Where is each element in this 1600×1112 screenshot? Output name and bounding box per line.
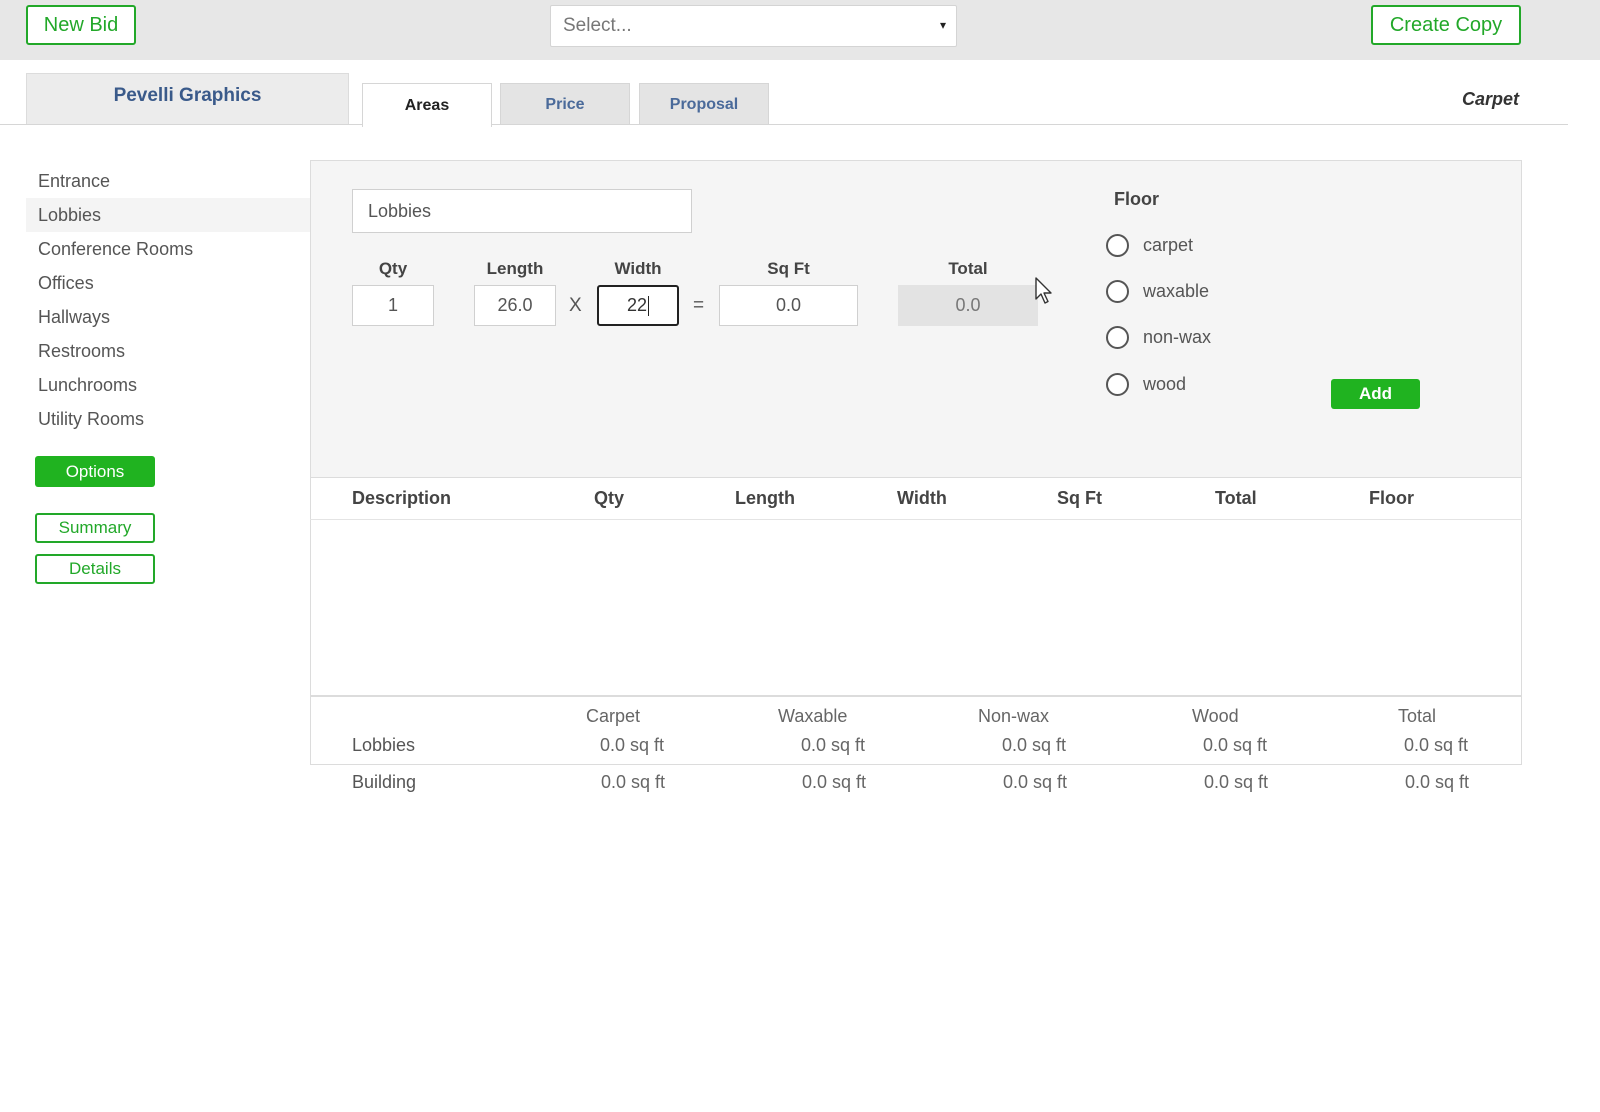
summary-cell: 0.0 sq ft [802, 772, 867, 792]
mouse-pointer-icon [1035, 277, 1052, 304]
column-header-width: Width [897, 488, 947, 508]
floor-option-label: wood [1143, 374, 1187, 394]
length-label: Length [486, 259, 544, 278]
options-button[interactable]: Options [35, 456, 155, 487]
bid-select-value: Select... [563, 15, 632, 36]
length-input[interactable]: 26.0 [474, 285, 556, 326]
summary-cell: 0.0 sq ft [600, 735, 665, 755]
sidebar-item-offices[interactable]: Offices [26, 266, 310, 300]
floor-title: Floor [1114, 189, 1159, 209]
floor-radio-non-wax[interactable]: non-wax [1106, 326, 1211, 349]
summary-row-label: Building [352, 772, 417, 792]
summary-header-waxable: Waxable [778, 706, 848, 726]
summary-cell: 0.0 sq ft [1204, 772, 1269, 792]
summary-cell: 0.0 sq ft [601, 772, 666, 792]
tabs-divider [0, 124, 1568, 125]
sidebar-item-conference-rooms[interactable]: Conference Rooms [26, 232, 310, 266]
summary-cell: 0.0 sq ft [1203, 735, 1268, 755]
new-bid-button[interactable]: New Bid [26, 5, 136, 45]
sidebar-item-entrance[interactable]: Entrance [26, 164, 310, 198]
qty-input[interactable]: 1 [352, 285, 434, 326]
company-name-tab[interactable]: Pevelli Graphics [26, 73, 349, 125]
area-sidebar: Entrance Lobbies Conference Rooms Office… [26, 164, 310, 436]
summary-row-label: Lobbies [352, 735, 416, 755]
sidebar-item-restrooms[interactable]: Restrooms [26, 334, 310, 368]
column-header-sqft: Sq Ft [1057, 488, 1102, 508]
column-header-description: Description [352, 488, 452, 508]
width-input[interactable]: 22 [597, 285, 679, 326]
column-header-floor: Floor [1369, 488, 1414, 508]
summary-cell: 0.0 sq ft [1003, 772, 1068, 792]
summary-header-carpet: Carpet [586, 706, 641, 726]
tab-proposal[interactable]: Proposal [639, 83, 769, 125]
floor-radio-waxable[interactable]: waxable [1106, 280, 1209, 303]
floor-option-label: non-wax [1143, 327, 1212, 347]
radio-icon[interactable] [1106, 280, 1129, 303]
tab-price[interactable]: Price [500, 83, 630, 125]
summary-header-total: Total [1398, 706, 1437, 726]
sidebar-item-hallways[interactable]: Hallways [26, 300, 310, 334]
summary-header-wood: Wood [1192, 706, 1239, 726]
floor-radio-carpet[interactable]: carpet [1106, 234, 1193, 257]
create-copy-button[interactable]: Create Copy [1371, 5, 1521, 45]
summary-cell: 0.0 sq ft [1404, 735, 1469, 755]
summary-cell: 0.0 sq ft [801, 735, 866, 755]
radio-icon[interactable] [1106, 234, 1129, 257]
add-area-button[interactable]: Add [1331, 379, 1420, 409]
total-field: 0.0 [898, 285, 1038, 326]
table-header-divider [310, 519, 1522, 520]
area-summary-panel [310, 695, 1522, 765]
sqft-label: Sq Ft [767, 259, 810, 278]
chevron-down-icon: ▾ [939, 18, 946, 32]
summary-header-non-wax: Non-wax [978, 706, 1050, 726]
summary-cell: 0.0 sq ft [1405, 772, 1470, 792]
tab-areas[interactable]: Areas [362, 83, 492, 127]
details-button[interactable]: Details [35, 554, 155, 584]
floor-type-label: Carpet [1462, 89, 1520, 109]
sidebar-item-utility-rooms[interactable]: Utility Rooms [26, 402, 310, 436]
qty-label: Qty [378, 259, 408, 278]
total-label: Total [948, 259, 988, 278]
width-input-value: 22 [626, 295, 648, 315]
sidebar-item-lunchrooms[interactable]: Lunchrooms [26, 368, 310, 402]
column-header-total: Total [1215, 488, 1257, 508]
sqft-input[interactable]: 0.0 [719, 285, 858, 326]
bid-select-dropdown[interactable]: Select... ▾ [550, 5, 957, 47]
equals-sign: = [693, 295, 705, 316]
floor-option-label: carpet [1143, 235, 1194, 255]
area-name-input[interactable]: Lobbies [352, 189, 692, 233]
floor-radio-wood[interactable]: wood [1106, 373, 1186, 396]
radio-icon[interactable] [1106, 326, 1129, 349]
width-label: Width [614, 259, 662, 278]
summary-cell: 0.0 sq ft [1002, 735, 1067, 755]
areas-table [310, 477, 1522, 697]
radio-icon[interactable] [1106, 373, 1129, 396]
floor-option-label: waxable [1143, 281, 1210, 301]
text-caret [648, 295, 650, 316]
column-header-qty: Qty [594, 488, 625, 508]
sidebar-item-lobbies[interactable]: Lobbies [26, 198, 310, 232]
summary-button[interactable]: Summary [35, 513, 155, 543]
column-header-length: Length [735, 488, 795, 508]
multiply-sign: X [569, 295, 582, 316]
